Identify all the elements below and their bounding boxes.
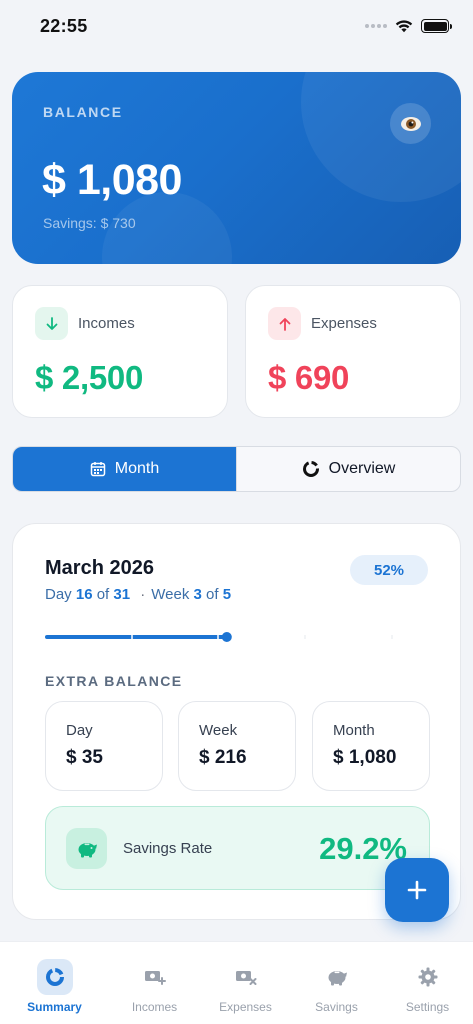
- extra-day-card: Day $ 35: [45, 701, 163, 791]
- eye-icon: [400, 116, 421, 131]
- extra-balance-label: EXTRA BALANCE: [45, 673, 183, 689]
- tab-expenses[interactable]: Expenses: [200, 942, 291, 1024]
- day-word: Day: [45, 586, 72, 603]
- balance-savings: Savings: $ 730: [43, 215, 136, 231]
- tab-incomes[interactable]: Incomes: [109, 942, 200, 1024]
- battery-icon: [421, 19, 452, 33]
- arrow-down-icon: [35, 307, 68, 340]
- calendar-icon: [90, 462, 106, 477]
- wifi-icon: [395, 20, 413, 33]
- month-progress-text: Day 16 of 31 · Week 3 of 5: [45, 586, 231, 603]
- tab-expenses-label: Expenses: [219, 1000, 272, 1014]
- expenses-card[interactable]: Expenses $ 690: [245, 285, 461, 418]
- tab-incomes-label: Incomes: [131, 1000, 178, 1014]
- tab-savings[interactable]: Savings: [291, 942, 382, 1024]
- tab-settings[interactable]: Settings: [382, 942, 473, 1024]
- tab-settings-label: Settings: [405, 1000, 450, 1014]
- weeks-total: 5: [222, 586, 232, 603]
- expenses-value: $ 690: [268, 359, 350, 396]
- add-transaction-button[interactable]: [385, 858, 449, 922]
- extra-month-card: Month $ 1,080: [312, 701, 430, 791]
- balance-label: BALANCE: [43, 104, 123, 120]
- gear-icon: [410, 959, 446, 995]
- month-progress-percent: 52%: [350, 555, 428, 585]
- tab-summary-label: Summary: [27, 1000, 82, 1014]
- balance-amount: $ 1,080: [42, 156, 182, 204]
- incomes-value: $ 2,500: [35, 359, 144, 396]
- extra-day-value: $ 35: [66, 747, 103, 768]
- visibility-toggle-button[interactable]: [390, 103, 431, 144]
- progress-fill: [45, 635, 227, 639]
- status-time: 22:55: [40, 15, 88, 36]
- separator-dot: ·: [140, 586, 146, 603]
- plus-icon: [407, 880, 427, 900]
- tab-month-label: Month: [114, 460, 160, 477]
- incomes-label: Incomes: [78, 315, 135, 332]
- tab-summary[interactable]: Summary: [0, 942, 109, 1024]
- expenses-label: Expenses: [311, 315, 377, 332]
- tab-overview[interactable]: Overview: [236, 447, 460, 491]
- savings-rate-card: Savings Rate 29.2%: [45, 806, 430, 890]
- current-week: 3: [193, 586, 202, 603]
- tab-overview-label: Overview: [328, 460, 396, 477]
- extra-week-value: $ 216: [199, 747, 247, 768]
- current-day: 16: [75, 586, 93, 603]
- month-title: March 2026: [45, 557, 154, 579]
- summary-icon: [36, 959, 73, 995]
- extra-week-card: Week $ 216: [178, 701, 296, 791]
- donut-chart-icon: [302, 461, 319, 477]
- of-word-2: of: [206, 586, 219, 603]
- status-icons: [365, 19, 452, 33]
- arrow-up-icon: [268, 307, 301, 340]
- week-word: Week: [151, 586, 190, 603]
- month-progress-bar: [45, 632, 395, 642]
- signal-icon: [365, 24, 387, 28]
- view-segmented-control: Month Overview: [12, 446, 461, 492]
- balance-card: BALANCE $ 1,080 Savings: $ 730: [12, 72, 461, 264]
- progress-knob: [221, 632, 232, 642]
- extra-week-label: Week: [199, 722, 238, 739]
- savings-rate-label: Savings Rate: [123, 840, 213, 857]
- of-word-1: of: [96, 586, 110, 603]
- expenses-icon: [228, 959, 264, 995]
- status-bar: 22:55: [0, 0, 473, 52]
- extra-month-value: $ 1,080: [333, 747, 397, 768]
- bottom-tab-bar: Summary Incomes Expenses Savings Setting…: [0, 941, 473, 1024]
- incomes-card[interactable]: Incomes $ 2,500: [12, 285, 228, 418]
- piggy-bank-icon: [66, 828, 107, 869]
- tab-month[interactable]: Month: [13, 447, 236, 491]
- extra-day-label: Day: [66, 722, 93, 739]
- tab-savings-label: Savings: [315, 1000, 358, 1014]
- days-total: 31: [113, 586, 131, 603]
- extra-month-label: Month: [333, 722, 375, 739]
- incomes-icon: [137, 959, 173, 995]
- piggy-bank-icon: [319, 959, 355, 995]
